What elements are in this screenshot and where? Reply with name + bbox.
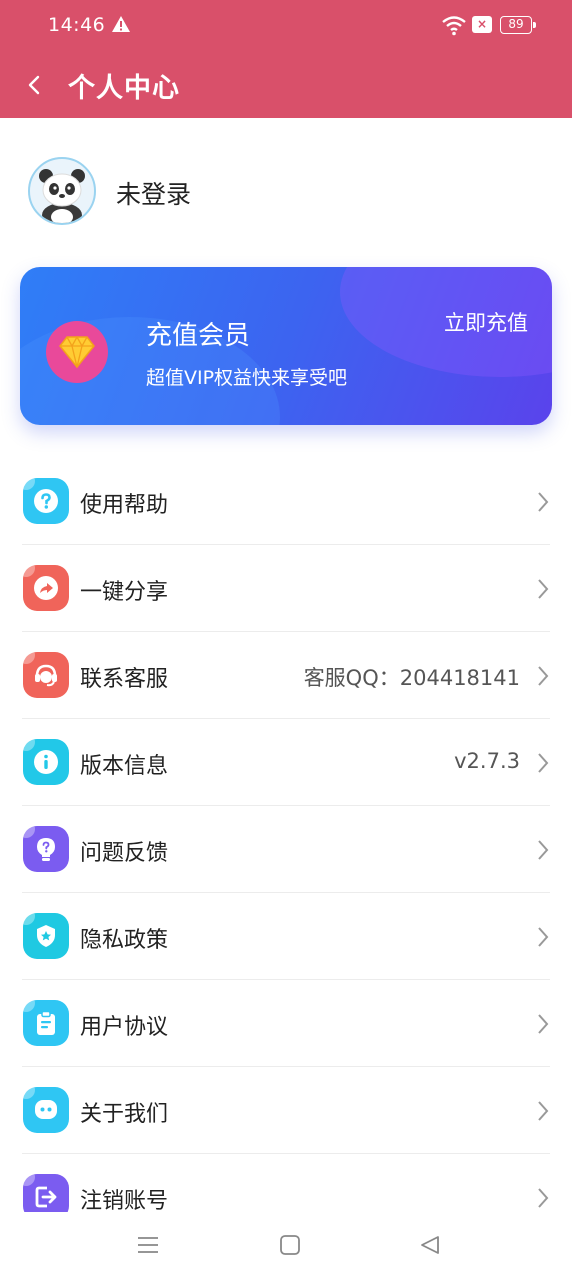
warning-icon xyxy=(112,16,130,32)
chevron-right-icon xyxy=(538,1014,549,1034)
status-bar: 14:46 × 89 xyxy=(0,0,572,52)
vip-subtitle: 超值VIP权益快来享受吧 xyxy=(146,367,348,389)
menu-item-about-us[interactable]: 关于我们 xyxy=(0,1067,572,1154)
menu-item-label: 联系客服 xyxy=(80,667,169,692)
agreement-clipboard-icon xyxy=(23,1000,69,1046)
help-icon xyxy=(23,478,69,524)
back-triangle-icon[interactable] xyxy=(419,1234,441,1256)
chevron-right-icon xyxy=(538,840,549,860)
privacy-shield-icon xyxy=(23,913,69,959)
customer-service-qq: 客服QQ：204418141 xyxy=(303,666,520,690)
menu-item-feedback[interactable]: 问题反馈 xyxy=(0,806,572,893)
version-value: v2.7.3 xyxy=(454,749,520,773)
menu-item-label: 关于我们 xyxy=(80,1102,169,1127)
info-icon xyxy=(23,739,69,785)
chevron-right-icon xyxy=(538,579,549,599)
chevron-right-icon xyxy=(538,1188,549,1208)
menu-item-label: 版本信息 xyxy=(80,754,169,779)
avatar[interactable] xyxy=(28,157,96,225)
profile-name[interactable]: 未登录 xyxy=(116,175,191,211)
system-nav-bar xyxy=(0,1212,572,1280)
vip-recharge-card[interactable]: 充值会员 超值VIP权益快来享受吧 立即充值 xyxy=(20,267,552,425)
vip-title: 充值会员 xyxy=(146,321,251,351)
menu-item-share[interactable]: 一键分享 xyxy=(0,545,572,632)
menu-item-privacy[interactable]: 隐私政策 xyxy=(0,893,572,980)
menu-item-customer-service[interactable]: 联系客服 客服QQ：204418141 xyxy=(0,632,572,719)
menu-item-label: 使用帮助 xyxy=(80,493,169,518)
menu-item-label: 一键分享 xyxy=(80,580,169,605)
menu-item-label: 问题反馈 xyxy=(80,841,169,866)
battery-indicator: 89 xyxy=(500,16,536,34)
menu-item-label: 注销账号 xyxy=(80,1189,169,1214)
recharge-now-button[interactable]: 立即充值 xyxy=(444,307,528,337)
status-time: 14:46 xyxy=(48,14,106,36)
menu-item-user-agreement[interactable]: 用户协议 xyxy=(0,980,572,1067)
app-header: 14:46 × 89 个人中心 xyxy=(0,0,572,118)
customer-service-icon xyxy=(23,652,69,698)
no-sim-icon: × xyxy=(472,16,492,33)
back-arrow-icon[interactable] xyxy=(22,70,46,100)
wifi-icon xyxy=(442,16,466,36)
menu-lines-icon[interactable] xyxy=(137,1234,159,1256)
chevron-right-icon xyxy=(538,927,549,947)
menu-item-version[interactable]: 版本信息 v2.7.3 xyxy=(0,719,572,806)
chevron-right-icon xyxy=(538,492,549,512)
settings-menu: 使用帮助 一键分享 联系客服 客服QQ：204418141 版本信息 v2.7.… xyxy=(0,458,572,1241)
chevron-right-icon xyxy=(538,1101,549,1121)
menu-item-help[interactable]: 使用帮助 xyxy=(0,458,572,545)
home-square-icon[interactable] xyxy=(279,1234,301,1256)
share-icon xyxy=(23,565,69,611)
chevron-right-icon xyxy=(538,666,549,686)
chevron-right-icon xyxy=(538,753,549,773)
about-chat-icon xyxy=(23,1087,69,1133)
menu-item-label: 隐私政策 xyxy=(80,928,169,953)
menu-item-label: 用户协议 xyxy=(80,1015,169,1040)
page-title: 个人中心 xyxy=(68,73,180,104)
diamond-icon xyxy=(46,321,108,383)
feedback-bulb-icon xyxy=(23,826,69,872)
panda-icon xyxy=(39,169,85,223)
